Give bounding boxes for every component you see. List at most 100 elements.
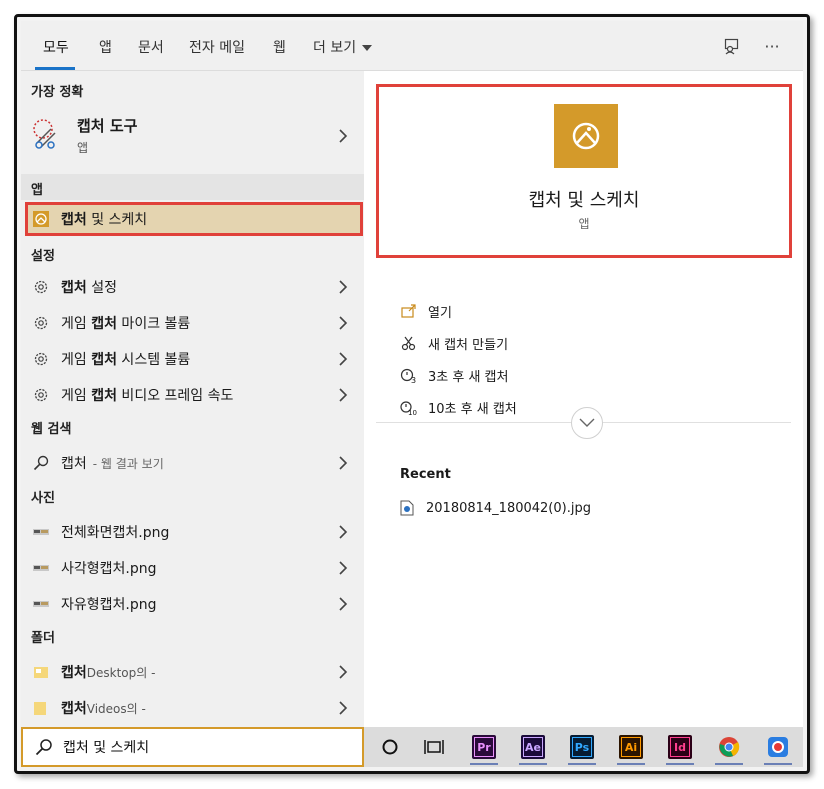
chevron-right-icon[interactable]: [338, 316, 348, 330]
open-icon: [400, 302, 418, 320]
recent-file-item[interactable]: 20180814_180042(0).jpg: [400, 497, 591, 519]
chevron-down-icon: [579, 418, 595, 427]
folder-item[interactable]: 캡처Desktop의 -: [21, 655, 364, 689]
running-indicator: [519, 763, 547, 765]
taskbar: Pr Ae Ps Ai Id: [364, 727, 803, 767]
action-snip-3s-label: 3초 후 새 캡처: [428, 369, 509, 385]
chevron-right-icon[interactable]: [338, 129, 348, 143]
recorder-icon[interactable]: [766, 735, 790, 759]
tab-web[interactable]: 웹: [273, 37, 286, 57]
apps-section-band: [21, 174, 364, 200]
app-item-snip-sketch[interactable]: 캡처 및 스케치: [21, 202, 364, 236]
start-search-window: 모두 앱 문서 전자 메일 웹 더 보기 ··· 가장 정확 캡처 도구 앱 앱…: [14, 14, 810, 774]
active-tab-indicator: [35, 67, 75, 70]
preview-pane: 캡처 및 스케치 앱 열기 새 캡처 만들기 3 3초 후 새 캡처 10 10…: [364, 71, 803, 727]
recent-header: Recent: [400, 467, 451, 482]
chevron-right-icon[interactable]: [338, 561, 348, 575]
gear-icon: [33, 351, 49, 367]
running-indicator: [666, 763, 694, 765]
filter-tab-bar: 모두 앱 문서 전자 메일 웹 더 보기 ···: [21, 21, 803, 71]
best-match-item[interactable]: 캡처 도구 앱: [21, 115, 364, 165]
folder-icon: [33, 700, 49, 716]
svg-text:3: 3: [411, 376, 416, 384]
tab-apps[interactable]: 앱: [99, 37, 112, 57]
snipping-tool-icon: [31, 117, 65, 151]
running-indicator: [617, 763, 645, 765]
chevron-right-icon[interactable]: [338, 456, 348, 470]
settings-item[interactable]: 캡처 설정: [21, 270, 364, 304]
gear-icon: [33, 279, 49, 295]
action-new-snip[interactable]: 새 캡처 만들기: [400, 331, 508, 355]
chrome-icon[interactable]: [717, 735, 741, 759]
after-effects-icon[interactable]: Ae: [521, 735, 545, 759]
chevron-right-icon[interactable]: [338, 597, 348, 611]
folder-item[interactable]: 캡처Videos의 -: [21, 691, 364, 725]
search-box[interactable]: [21, 727, 364, 767]
chevron-right-icon[interactable]: [338, 701, 348, 715]
best-match-type: 앱: [77, 141, 89, 155]
web-search-item[interactable]: 캡처 - 웹 결과 보기: [21, 446, 364, 480]
more-icon[interactable]: ···: [761, 35, 783, 57]
settings-item-label: 게임 캡처 마이크 볼륨: [61, 316, 191, 332]
action-new-snip-label: 새 캡처 만들기: [428, 337, 509, 353]
settings-item[interactable]: 게임 캡처 마이크 볼륨: [21, 306, 364, 340]
chevron-right-icon[interactable]: [338, 665, 348, 679]
search-panel: 모두 앱 문서 전자 메일 웹 더 보기 ··· 가장 정확 캡처 도구 앱 앱…: [21, 21, 803, 767]
photo-item[interactable]: 전체화면캡처.png: [21, 515, 364, 549]
timer-3-icon: 3: [400, 366, 418, 384]
preview-type: 앱: [578, 217, 590, 231]
image-file-icon: [33, 596, 49, 612]
timer-10-icon: 10: [400, 398, 418, 416]
tab-all[interactable]: 모두: [43, 37, 69, 57]
gear-icon: [33, 387, 49, 403]
search-input[interactable]: [63, 739, 323, 755]
photo-item-label: 자유형캡처.png: [61, 597, 157, 613]
action-open[interactable]: 열기: [400, 299, 452, 323]
settings-item[interactable]: 게임 캡처 시스템 볼륨: [21, 342, 364, 376]
settings-header: 설정: [31, 249, 55, 264]
settings-item-label: 캡처 설정: [61, 280, 117, 296]
gear-icon: [33, 315, 49, 331]
chevron-right-icon[interactable]: [338, 525, 348, 539]
running-indicator: [715, 763, 743, 765]
image-file-icon: [400, 500, 414, 516]
web-search-sub: - 웹 결과 보기: [92, 456, 164, 471]
settings-item-label: 게임 캡처 비디오 프레임 속도: [61, 388, 234, 404]
best-match-header: 가장 정확: [31, 85, 84, 100]
indesign-icon[interactable]: Id: [668, 735, 692, 759]
folders-header: 폴더: [31, 631, 55, 646]
chevron-right-icon[interactable]: [338, 388, 348, 402]
image-file-icon: [33, 560, 49, 576]
best-match-title: 캡처 도구: [77, 117, 138, 135]
image-file-icon: [33, 524, 49, 540]
preview-title: 캡처 및 스케치: [528, 190, 640, 211]
settings-item[interactable]: 게임 캡처 비디오 프레임 속도: [21, 378, 364, 412]
illustrator-icon[interactable]: Ai: [619, 735, 643, 759]
snip-sketch-icon: [33, 211, 49, 227]
feedback-icon[interactable]: [721, 35, 743, 57]
chevron-right-icon[interactable]: [338, 280, 348, 294]
tab-email[interactable]: 전자 메일: [189, 37, 245, 57]
action-open-label: 열기: [428, 305, 452, 321]
action-snip-10s-label: 10초 후 새 캡처: [428, 401, 517, 417]
photo-item[interactable]: 사각형캡처.png: [21, 551, 364, 585]
photoshop-icon[interactable]: Ps: [570, 735, 594, 759]
snip-icon: [400, 334, 418, 352]
expand-button[interactable]: [571, 407, 603, 439]
folder-item-label: 캡처Videos의 -: [61, 701, 146, 717]
tab-documents[interactable]: 문서: [138, 37, 164, 57]
tab-more[interactable]: 더 보기: [313, 37, 373, 57]
app-preview-card[interactable]: 캡처 및 스케치 앱: [376, 84, 792, 258]
action-snip-10s[interactable]: 10 10초 후 새 캡처: [400, 395, 517, 419]
action-snip-3s[interactable]: 3 3초 후 새 캡처: [400, 363, 508, 387]
task-view-icon[interactable]: [422, 735, 446, 759]
premiere-icon[interactable]: Pr: [472, 735, 496, 759]
settings-item-label: 게임 캡처 시스템 볼륨: [61, 352, 191, 368]
photo-item-label: 사각형캡처.png: [61, 561, 157, 577]
cortana-icon[interactable]: [378, 735, 402, 759]
photo-item[interactable]: 자유형캡처.png: [21, 587, 364, 621]
apps-header: 앱: [31, 183, 43, 198]
chevron-right-icon[interactable]: [338, 352, 348, 366]
running-indicator: [568, 763, 596, 765]
search-icon: [33, 455, 49, 471]
